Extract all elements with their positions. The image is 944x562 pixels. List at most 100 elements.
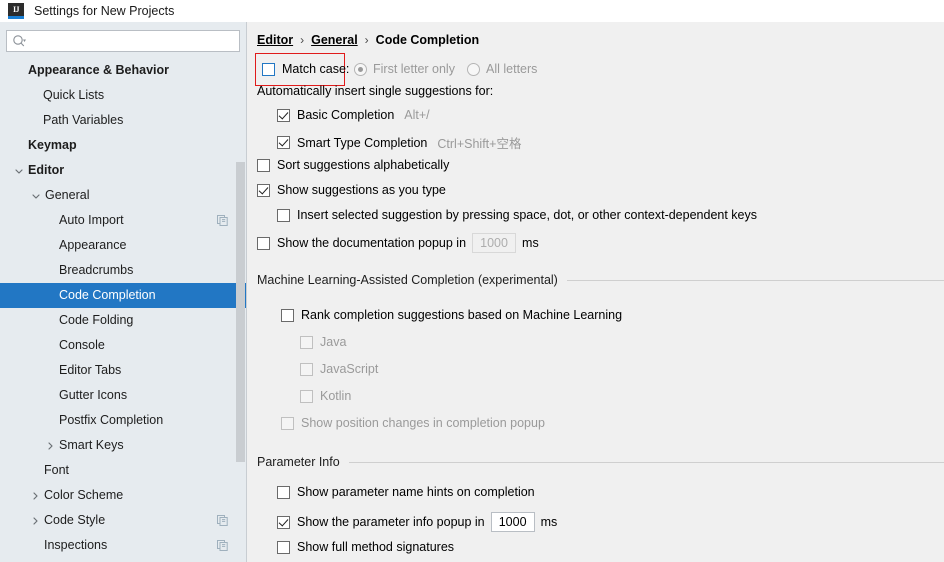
show-position-changes-checkbox[interactable] xyxy=(281,417,294,430)
ml-section-title: Machine Learning-Assisted Completion (ex… xyxy=(257,273,558,287)
insert-on-keys-checkbox[interactable] xyxy=(277,209,290,222)
ml-section-header: Machine Learning-Assisted Completion (ex… xyxy=(257,273,944,287)
rank-completion-checkbox[interactable] xyxy=(281,309,294,322)
sidebar-item-quick-lists[interactable]: Quick Lists xyxy=(0,83,246,108)
doc-popup-checkbox[interactable] xyxy=(257,237,270,250)
sidebar-item-label: Code Folding xyxy=(59,314,133,327)
parameter-info-section-title: Parameter Info xyxy=(257,455,340,469)
show-position-changes-row[interactable]: Show position changes in completion popu… xyxy=(281,416,545,430)
copy-icon[interactable] xyxy=(217,215,228,226)
ml-language-javascript-row[interactable]: JavaScript xyxy=(300,362,378,376)
sidebar-item-inspections[interactable]: Inspections xyxy=(0,533,246,558)
breadcrumb-separator: › xyxy=(300,33,304,47)
sort-alphabetically-row[interactable]: Sort suggestions alphabetically xyxy=(257,158,449,172)
full-method-signatures-checkbox[interactable] xyxy=(277,541,290,554)
case-mode-all-letters-row[interactable]: All letters xyxy=(467,62,537,76)
param-name-hints-checkbox[interactable] xyxy=(277,486,290,499)
sidebar-item-file-and-code-templates[interactable]: File and Code Templates xyxy=(0,558,246,562)
param-popup-delay-row[interactable]: Show the parameter info popup in ms xyxy=(277,512,557,532)
sidebar-item-breadcrumbs[interactable]: Breadcrumbs xyxy=(0,258,246,283)
chevron-down-icon[interactable] xyxy=(14,166,24,176)
basic-completion-checkbox[interactable] xyxy=(277,109,290,122)
sidebar-item-font[interactable]: Font xyxy=(0,458,246,483)
breadcrumb-separator: › xyxy=(365,33,369,47)
sidebar-item-gutter-icons[interactable]: Gutter Icons xyxy=(0,383,246,408)
sidebar-item-editor-tabs[interactable]: Editor Tabs xyxy=(0,358,246,383)
sidebar-item-label: Console xyxy=(59,339,105,352)
chevron-right-icon[interactable] xyxy=(30,516,40,526)
all-letters-label: All letters xyxy=(486,62,537,76)
basic-completion-label: Basic Completion xyxy=(297,108,394,122)
basic-completion-row[interactable]: Basic Completion Alt+/ xyxy=(277,108,430,122)
match-case-row[interactable]: Match case: xyxy=(262,62,349,76)
chevron-right-icon[interactable] xyxy=(45,441,55,451)
copy-icon[interactable] xyxy=(217,540,228,551)
sidebar-item-label: Smart Keys xyxy=(59,439,124,452)
smart-type-completion-row[interactable]: Smart Type Completion Ctrl+Shift+空格 xyxy=(277,133,521,152)
sidebar-item-console[interactable]: Console xyxy=(0,333,246,358)
insert-on-keys-label: Insert selected suggestion by pressing s… xyxy=(297,208,757,222)
sort-alphabetically-label: Sort suggestions alphabetically xyxy=(277,158,449,172)
full-method-signatures-row[interactable]: Show full method signatures xyxy=(277,540,454,554)
show-as-you-type-checkbox[interactable] xyxy=(257,184,270,197)
sidebar-item-label: Font xyxy=(44,464,69,477)
sidebar-scrollbar-thumb[interactable] xyxy=(236,162,245,462)
sidebar-item-color-scheme[interactable]: Color Scheme xyxy=(0,483,246,508)
first-letter-only-label: First letter only xyxy=(373,62,455,76)
breadcrumb-item-general[interactable]: General xyxy=(311,33,358,47)
search-box[interactable] xyxy=(6,30,240,52)
sort-alphabetically-checkbox[interactable] xyxy=(257,159,270,172)
ml-language-kotlin-checkbox[interactable] xyxy=(300,390,313,403)
smart-type-completion-checkbox[interactable] xyxy=(277,136,290,149)
sidebar-item-path-variables[interactable]: Path Variables xyxy=(0,108,246,133)
ml-language-javascript-checkbox[interactable] xyxy=(300,363,313,376)
smart-type-completion-label: Smart Type Completion xyxy=(297,136,427,150)
sidebar-item-label: Path Variables xyxy=(43,114,123,127)
sidebar-item-auto-import[interactable]: Auto Import xyxy=(0,208,246,233)
match-case-checkbox[interactable] xyxy=(262,63,275,76)
sidebar-item-appearance[interactable]: Appearance xyxy=(0,233,246,258)
ml-language-kotlin-row[interactable]: Kotlin xyxy=(300,389,351,403)
param-name-hints-row[interactable]: Show parameter name hints on completion xyxy=(277,485,535,499)
chevron-right-icon[interactable] xyxy=(30,491,40,501)
sidebar-item-general[interactable]: General xyxy=(0,183,246,208)
param-popup-delay-checkbox[interactable] xyxy=(277,516,290,529)
chevron-down-icon[interactable] xyxy=(31,191,41,201)
ml-section-divider xyxy=(567,280,944,281)
search-icon xyxy=(12,34,27,49)
smart-type-completion-shortcut: Ctrl+Shift+空格 xyxy=(437,133,521,152)
param-popup-delay-label: Show the parameter info popup in xyxy=(297,515,485,529)
parameter-info-section-divider xyxy=(349,462,944,463)
doc-popup-delay-input[interactable] xyxy=(472,233,516,253)
sidebar-item-editor[interactable]: Editor xyxy=(0,158,246,183)
rank-completion-row[interactable]: Rank completion suggestions based on Mac… xyxy=(281,308,622,322)
sidebar-item-postfix-completion[interactable]: Postfix Completion xyxy=(0,408,246,433)
sidebar-item-code-folding[interactable]: Code Folding xyxy=(0,308,246,333)
sidebar-item-code-style[interactable]: Code Style xyxy=(0,508,246,533)
settings-sidebar: Appearance & BehaviorQuick Lists Path Var… xyxy=(0,22,247,562)
sidebar-item-code-completion[interactable]: Code Completion xyxy=(0,283,246,308)
auto-insert-heading: Automatically insert single suggestions … xyxy=(257,84,493,98)
sidebar-item-appearance-behavior[interactable]: Appearance & Behavior xyxy=(0,58,246,83)
show-as-you-type-row[interactable]: Show suggestions as you type xyxy=(257,183,446,197)
ml-language-java-row[interactable]: Java xyxy=(300,335,346,349)
ml-language-java-checkbox[interactable] xyxy=(300,336,313,349)
insert-on-keys-row[interactable]: Insert selected suggestion by pressing s… xyxy=(277,208,757,222)
ml-language-java-label: Java xyxy=(320,335,346,349)
search-input[interactable] xyxy=(31,34,221,48)
breadcrumb: Editor › General › Code Completion xyxy=(257,33,479,47)
breadcrumb-item-editor[interactable]: Editor xyxy=(257,33,293,47)
sidebar-item-keymap[interactable]: Keymap xyxy=(0,133,246,158)
sidebar-item-smart-keys[interactable]: Smart Keys xyxy=(0,433,246,458)
param-popup-delay-input[interactable] xyxy=(491,512,535,532)
sidebar-item-label: Code Style xyxy=(44,514,105,527)
case-mode-first-letter-row[interactable]: First letter only xyxy=(354,62,455,76)
sidebar-scrollbar[interactable] xyxy=(236,58,245,562)
first-letter-only-radio[interactable] xyxy=(354,63,367,76)
match-case-label: Match case: xyxy=(282,62,349,76)
sidebar-item-label: Auto Import xyxy=(59,214,124,227)
all-letters-radio[interactable] xyxy=(467,63,480,76)
doc-popup-row[interactable]: Show the documentation popup in ms xyxy=(257,233,539,253)
copy-icon[interactable] xyxy=(217,515,228,526)
title-bar: IJ Settings for New Projects xyxy=(0,0,944,22)
